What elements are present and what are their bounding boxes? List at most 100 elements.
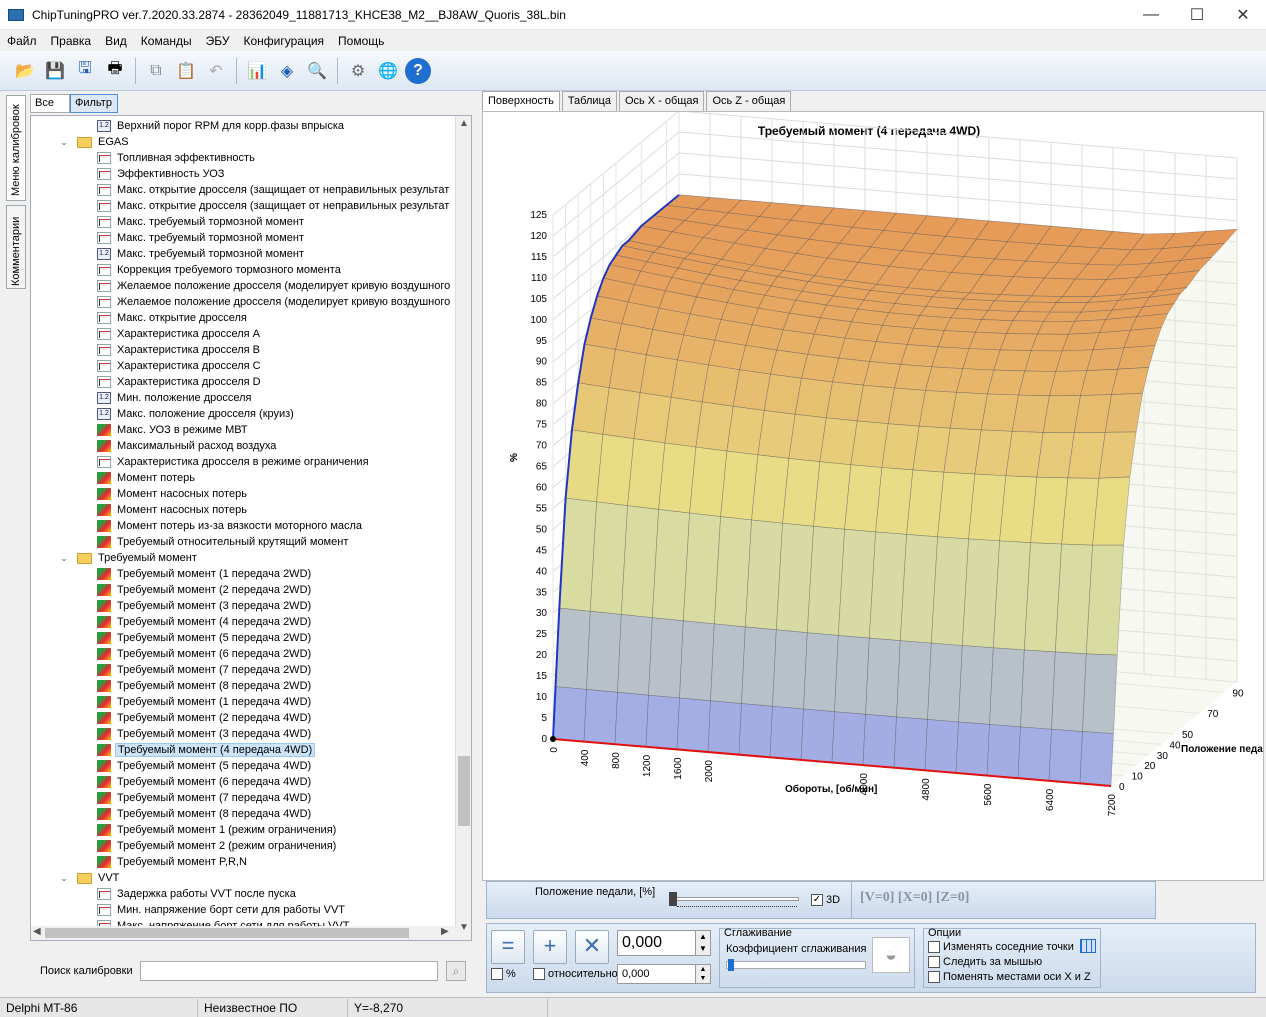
surface-plot[interactable]: 0 5 10 15 20 25 30 35 40 45 50 55 60 65 70 75 80 85 90 95 10… — [483, 112, 1263, 880]
menu-file[interactable]: Файл — [0, 34, 44, 48]
tree-item[interactable]: Максимальный расход воздуха — [97, 438, 278, 454]
tree-item[interactable]: Коррекция требуемого тормозного момента — [97, 262, 343, 278]
tree-item[interactable]: Задержка работы VVT после пуска — [97, 886, 298, 902]
tree-item[interactable]: Требуемый момент (8 передача 2WD) — [97, 678, 313, 694]
tab-comments[interactable]: Комментарии — [6, 205, 26, 289]
relative-value-input[interactable]: 0,000 — [617, 964, 697, 984]
tree-item[interactable]: Требуемый момент (4 передача 2WD) — [97, 614, 313, 630]
tree-item[interactable]: Макс. открытие дросселя (защищает от неп… — [97, 182, 451, 198]
value-input[interactable]: 0,000 — [617, 930, 697, 956]
tree-item[interactable]: Эффективность УОЗ — [97, 166, 226, 182]
tree-item[interactable]: Требуемый момент (5 передача 2WD) — [97, 630, 313, 646]
menu-help[interactable]: Помощь — [331, 34, 391, 48]
option-neighbor-points-box[interactable] — [928, 941, 940, 953]
close-button[interactable]: ✕ — [1220, 0, 1266, 30]
tree-item[interactable]: 1.2 Мин. положение дросселя — [97, 390, 254, 406]
tree-item[interactable]: Требуемый момент (5 передача 4WD) — [97, 758, 313, 774]
grid-icon[interactable] — [1080, 939, 1096, 953]
tree-item[interactable]: Момент насосных потерь — [97, 502, 249, 518]
tree-item[interactable]: Требуемый момент (8 передача 4WD) — [97, 806, 313, 822]
search-icon[interactable]: ⌕ — [446, 961, 466, 981]
checkbox-3d[interactable]: ✓ 3D — [811, 894, 840, 906]
smoothing-apply-icon[interactable]: ◒ — [872, 937, 910, 973]
pedal-slider[interactable] — [669, 897, 799, 901]
tree-folder[interactable]: ⌄ VVT — [59, 870, 121, 886]
checkbox-percent[interactable]: % — [491, 968, 516, 980]
collapse-chevron-icon[interactable]: ⌄ — [59, 553, 69, 564]
checkbox-percent-box[interactable] — [491, 968, 503, 980]
value-spinner[interactable]: ▲ ▼ — [695, 930, 711, 956]
info-icon[interactable]: ◈ — [274, 58, 300, 84]
print-icon[interactable]: 🖶 — [102, 58, 128, 84]
save-as-icon[interactable]: 🖫 — [72, 58, 98, 84]
smoothing-slider-thumb[interactable] — [728, 959, 734, 971]
tab-axis-z[interactable]: Ось Z - общая — [706, 91, 792, 111]
option-follow-mouse-box[interactable] — [928, 956, 940, 968]
zoom-icon[interactable]: 🔍 — [304, 58, 330, 84]
tree-item[interactable]: Характеристика дросселя C — [97, 358, 263, 374]
tree-item[interactable]: 1.2 Верхний порог RPM для корр.фазы впрыс… — [97, 118, 346, 134]
paste-icon[interactable]: 📋 — [173, 58, 199, 84]
tree-item[interactable]: Макс. требуемый тормозной момент — [97, 214, 306, 230]
tree-item[interactable]: Требуемый момент (2 передача 4WD) — [97, 710, 313, 726]
tree-item[interactable]: Требуемый момент P,R,N — [97, 854, 249, 870]
undo-icon[interactable]: ↶ — [203, 58, 229, 84]
surface-chart[interactable]: Требуемый момент (4 передача 4WD) 0 5 10 15… — [482, 111, 1264, 881]
tree-item[interactable]: Требуемый момент (4 передача 4WD) — [97, 742, 316, 758]
tab-calibration-menu[interactable]: Меню калибровок — [6, 95, 26, 201]
tree-item[interactable]: Требуемый момент 2 (режим ограничения) — [97, 838, 338, 854]
hscroll-thumb[interactable] — [45, 928, 409, 938]
equal-button[interactable]: = — [491, 930, 525, 964]
menu-view[interactable]: Вид — [98, 34, 134, 48]
multiply-button[interactable]: ✕ — [575, 930, 609, 964]
tree-item[interactable]: Момент насосных потерь — [97, 486, 249, 502]
scroll-right-icon[interactable]: ▶ — [441, 926, 449, 937]
scroll-down-icon[interactable]: ▼ — [459, 922, 469, 933]
tree-item[interactable]: Требуемый момент 1 (режим ограничения) — [97, 822, 338, 838]
tree-item[interactable]: Характеристика дросселя B — [97, 342, 262, 358]
menu-commands[interactable]: Команды — [134, 34, 199, 48]
menu-configuration[interactable]: Конфигурация — [236, 34, 331, 48]
checkbox-3d-box[interactable]: ✓ — [811, 894, 823, 906]
option-swap-axes[interactable]: Поменять местами оси X и Z — [928, 971, 1091, 983]
tree-folder[interactable]: ⌄ EGAS — [59, 134, 131, 150]
calibration-tree[interactable]: 1.2 Верхний порог RPM для корр.фазы впрыс… — [30, 115, 472, 941]
option-neighbor-points[interactable]: Изменять соседние точки — [928, 941, 1074, 953]
collapse-chevron-icon[interactable]: ⌄ — [59, 873, 69, 884]
tree-item[interactable]: Макс. открытие дросселя — [97, 310, 249, 326]
option-follow-mouse[interactable]: Следить за мышью — [928, 956, 1042, 968]
tree-item[interactable]: Требуемый момент (6 передача 4WD) — [97, 774, 313, 790]
smoothing-slider[interactable] — [726, 961, 866, 969]
tree-item[interactable]: Требуемый момент (7 передача 4WD) — [97, 790, 313, 806]
tree-folder[interactable]: ⌄ Требуемый момент — [59, 550, 199, 566]
tree-item[interactable]: Требуемый момент (1 передача 2WD) — [97, 566, 313, 582]
tree-item[interactable]: Макс. УОЗ в режиме МВТ — [97, 422, 250, 438]
checkbox-relative[interactable]: относительно — [533, 968, 618, 980]
tab-filter[interactable]: Фильтр — [70, 94, 118, 113]
tab-all[interactable]: Все — [30, 94, 70, 113]
tree-item[interactable]: 1.2 Макс. положение дросселя (круиз) — [97, 406, 296, 422]
help-icon[interactable]: ? — [405, 57, 431, 84]
tree-item[interactable]: Макс. открытие дросселя (защищает от неп… — [97, 198, 451, 214]
tree-item[interactable]: Требуемый момент (3 передача 2WD) — [97, 598, 313, 614]
tree-item[interactable]: Характеристика дросселя D — [97, 374, 263, 390]
scroll-thumb[interactable] — [458, 756, 470, 826]
checkbox-relative-box[interactable] — [533, 968, 545, 980]
tree-item[interactable]: Характеристика дросселя A — [97, 326, 262, 342]
tree-item[interactable]: Момент потерь — [97, 470, 197, 486]
save-icon[interactable]: 💾 — [42, 58, 68, 84]
chart-icon[interactable]: 📊 — [244, 58, 270, 84]
tab-axis-x[interactable]: Ось X - общая — [618, 91, 705, 111]
menu-edit[interactable]: Правка — [44, 34, 99, 48]
copy-icon[interactable]: ⧉ — [143, 58, 169, 84]
tree-item[interactable]: Требуемый момент (7 передача 2WD) — [97, 662, 313, 678]
collapse-chevron-icon[interactable]: ⌄ — [59, 137, 69, 148]
tree-item[interactable]: Топливная эффективность — [97, 150, 257, 166]
option-swap-axes-box[interactable] — [928, 971, 940, 983]
tree-item[interactable]: Желаемое положение дросселя (моделирует … — [97, 278, 452, 294]
add-button[interactable]: + — [533, 930, 567, 964]
tree-item[interactable]: Характеристика дросселя в режиме огранич… — [97, 454, 371, 470]
menu-ecu[interactable]: ЭБУ — [199, 34, 237, 48]
pedal-slider-thumb[interactable] — [669, 892, 677, 906]
scroll-left-icon[interactable]: ◀ — [33, 926, 41, 937]
